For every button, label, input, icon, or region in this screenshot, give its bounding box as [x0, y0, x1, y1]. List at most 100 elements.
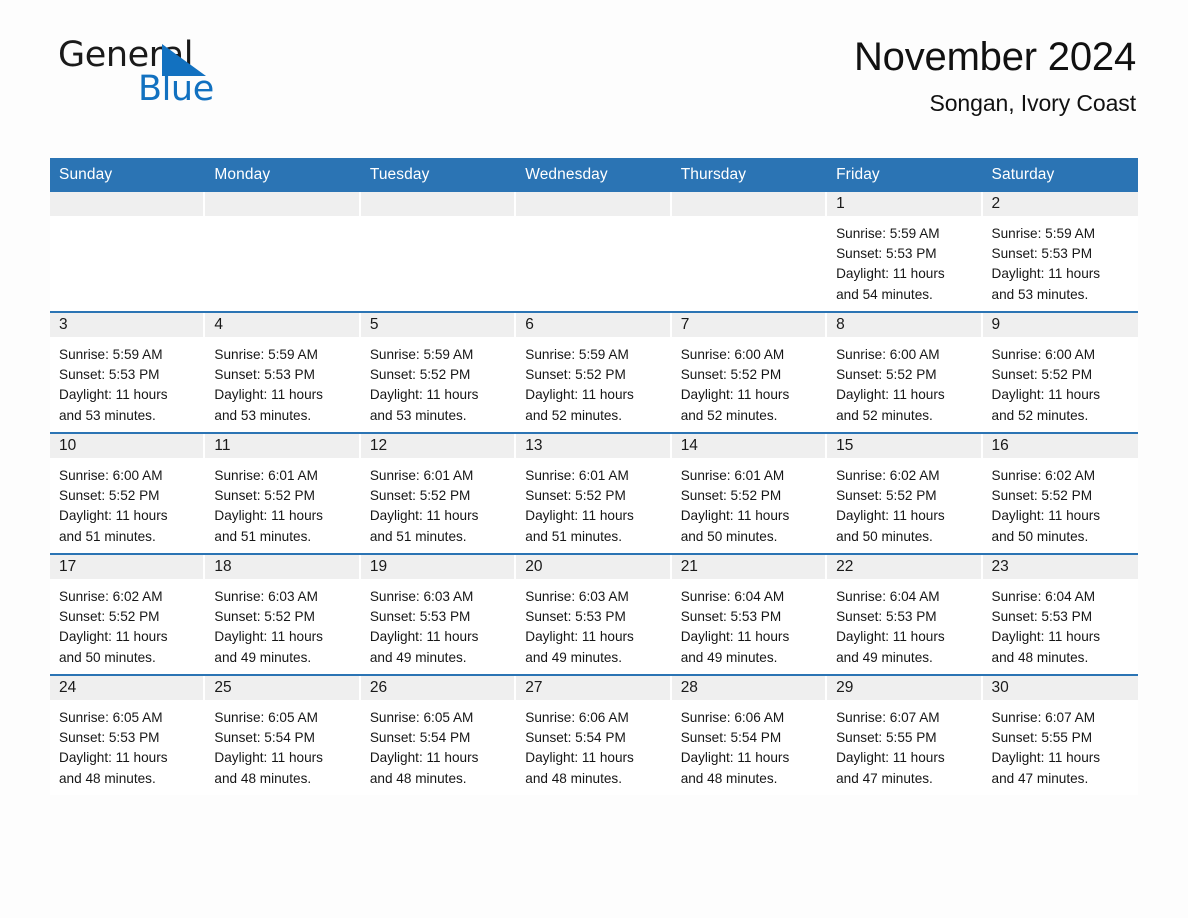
sunset-text: Sunset: 5:53 PM: [59, 367, 160, 383]
day-number: 16: [982, 434, 1138, 458]
sunset-text: Sunset: 5:54 PM: [369, 730, 471, 746]
daylight-line1-text: Daylight: 11 hours: [525, 508, 634, 524]
calendar-day-cell[interactable]: 13 Sunrise: 6:01 AM Sunset: 5:52 PM Dayligh…: [516, 432, 672, 554]
day-details: [50, 216, 205, 224]
daylight-line1-text: Daylight: 11 hours: [214, 629, 323, 645]
sunrise-text: Sunrise: 6:07 AM: [836, 710, 940, 725]
sunrise-text: Sunrise: 6:02 AM: [59, 589, 163, 604]
calendar-day-cell[interactable]: 30 Sunrise: 6:07 AM Sunset: 5:55 PM Dayligh…: [982, 674, 1138, 795]
day-details: Sunrise: 6:04 AM Sunset: 5:53 PM Daylight:…: [672, 579, 827, 668]
daylight-line1-text: Daylight: 11 hours: [59, 629, 168, 645]
daylight-line2-text: and 48 minutes.: [59, 770, 156, 786]
sunset-text: Sunset: 5:53 PM: [525, 609, 626, 625]
calendar-day-cell[interactable]: 12 Sunrise: 6:01 AM Sunset: 5:52 PM Dayligh…: [360, 432, 517, 554]
calendar-day-cell[interactable]: 11 Sunrise: 6:01 AM Sunset: 5:52 PM Dayligh…: [205, 432, 361, 554]
sunset-text: Sunset: 5:52 PM: [836, 367, 937, 383]
day-details: [672, 216, 827, 224]
calendar-day-cell[interactable]: 2 Sunrise: 5:59 AM Sunset: 5:53 PM Daylight…: [982, 192, 1138, 312]
calendar-day-cell[interactable]: 3 Sunrise: 5:59 AM Sunset: 5:53 PM Daylight…: [50, 311, 206, 433]
generalblue-logo[interactable]: General Blue: [58, 38, 308, 110]
daylight-line2-text: and 54 minutes.: [836, 286, 933, 302]
day-details: Sunrise: 5:59 AM Sunset: 5:53 PM Daylight:…: [205, 337, 360, 426]
calendar-day-cell[interactable]: 17 Sunrise: 6:02 AM Sunset: 5:52 PM Dayligh…: [50, 553, 206, 675]
calendar-day-cell[interactable]: 5 Sunrise: 5:59 AM Sunset: 5:52 PM Daylight…: [360, 311, 517, 433]
day-number: 2: [982, 192, 1138, 216]
calendar-day-cell[interactable]: 10 Sunrise: 6:00 AM Sunset: 5:52 PM Dayligh…: [50, 432, 206, 554]
daylight-line1-text: Daylight: 11 hours: [369, 750, 479, 766]
daylight-line1-text: Daylight: 11 hours: [214, 750, 323, 766]
sunset-text: Sunset: 5:52 PM: [59, 488, 160, 504]
calendar-day-cell[interactable]: 4 Sunrise: 5:59 AM Sunset: 5:53 PM Daylight…: [205, 311, 361, 433]
calendar-day-cell[interactable]: 19 Sunrise: 6:03 AM Sunset: 5:53 PM Dayligh…: [360, 553, 517, 675]
calendar-day-cell[interactable]: 1 Sunrise: 5:59 AM Sunset: 5:53 PM Daylight…: [827, 192, 983, 312]
sunrise-text: Sunrise: 5:59 AM: [59, 347, 163, 362]
day-number: 10: [50, 434, 206, 458]
daylight-line2-text: and 51 minutes.: [525, 528, 622, 544]
sunset-text: Sunset: 5:52 PM: [525, 488, 626, 504]
day-details: Sunrise: 6:01 AM Sunset: 5:52 PM Daylight:…: [516, 458, 671, 547]
calendar-day-cell[interactable]: 16 Sunrise: 6:02 AM Sunset: 5:52 PM Dayligh…: [982, 432, 1138, 554]
sunrise-text: Sunrise: 6:02 AM: [836, 468, 940, 483]
calendar-table: Sunday Monday Tuesday Wednesday Thursday…: [50, 158, 1138, 795]
day-number: 23: [982, 555, 1138, 579]
daylight-line1-text: Daylight: 11 hours: [836, 387, 945, 403]
daylight-line1-text: Daylight: 11 hours: [680, 750, 790, 766]
calendar-day-cell[interactable]: 8 Sunrise: 6:00 AM Sunset: 5:52 PM Daylight…: [827, 311, 983, 433]
weekday-header-friday: Friday: [827, 158, 983, 192]
calendar-day-cell[interactable]: 21 Sunrise: 6:04 AM Sunset: 5:53 PM Dayligh…: [671, 553, 828, 675]
sunrise-text: Sunrise: 6:05 AM: [214, 710, 318, 725]
sunset-text: Sunset: 5:52 PM: [836, 488, 937, 504]
day-details: Sunrise: 6:03 AM Sunset: 5:53 PM Daylight:…: [361, 579, 516, 668]
sunrise-text: Sunrise: 5:59 AM: [214, 347, 318, 362]
calendar-day-cell[interactable]: 27 Sunrise: 6:06 AM Sunset: 5:54 PM Dayligh…: [516, 674, 672, 795]
calendar-day-cell[interactable]: 9 Sunrise: 6:00 AM Sunset: 5:52 PM Daylight…: [982, 311, 1138, 433]
calendar-day-cell[interactable]: 7 Sunrise: 6:00 AM Sunset: 5:52 PM Daylight…: [671, 311, 828, 433]
daylight-line1-text: Daylight: 11 hours: [836, 750, 945, 766]
day-details: Sunrise: 6:05 AM Sunset: 5:54 PM Daylight:…: [361, 700, 516, 789]
day-number: 1: [827, 192, 983, 216]
day-details: Sunrise: 6:00 AM Sunset: 5:52 PM Daylight:…: [827, 337, 982, 426]
calendar-day-cell[interactable]: 23 Sunrise: 6:04 AM Sunset: 5:53 PM Dayligh…: [982, 553, 1138, 675]
daylight-line2-text: and 51 minutes.: [59, 528, 156, 544]
calendar-day-cell[interactable]: 22 Sunrise: 6:04 AM Sunset: 5:53 PM Dayligh…: [827, 553, 983, 675]
sunrise-text: Sunrise: 5:59 AM: [836, 226, 940, 241]
calendar-day-cell[interactable]: 15 Sunrise: 6:02 AM Sunset: 5:52 PM Dayligh…: [827, 432, 983, 554]
daylight-line2-text: and 47 minutes.: [991, 770, 1089, 786]
calendar-day-cell[interactable]: 6 Sunrise: 5:59 AM Sunset: 5:52 PM Daylight…: [516, 311, 672, 433]
calendar-day-cell-empty: [50, 192, 206, 312]
sunset-text: Sunset: 5:55 PM: [991, 730, 1093, 746]
sunrise-text: Sunrise: 6:03 AM: [214, 589, 318, 604]
sunset-text: Sunset: 5:52 PM: [525, 367, 626, 383]
calendar-day-cell[interactable]: 26 Sunrise: 6:05 AM Sunset: 5:54 PM Dayligh…: [360, 674, 517, 795]
sunrise-text: Sunrise: 5:59 AM: [991, 226, 1096, 241]
daylight-line2-text: and 47 minutes.: [836, 770, 933, 786]
sunset-text: Sunset: 5:55 PM: [836, 730, 937, 746]
daylight-line2-text: and 50 minutes.: [991, 528, 1089, 544]
daylight-line1-text: Daylight: 11 hours: [991, 750, 1101, 766]
day-number: 26: [360, 676, 517, 700]
day-number: 19: [360, 555, 517, 579]
calendar-day-cell[interactable]: 24 Sunrise: 6:05 AM Sunset: 5:53 PM Dayligh…: [50, 674, 206, 795]
weekday-header-wednesday: Wednesday: [516, 158, 672, 192]
calendar-day-cell[interactable]: 14 Sunrise: 6:01 AM Sunset: 5:52 PM Dayligh…: [671, 432, 828, 554]
daylight-line2-text: and 49 minutes.: [214, 649, 312, 665]
calendar-day-cell[interactable]: 29 Sunrise: 6:07 AM Sunset: 5:55 PM Dayligh…: [827, 674, 983, 795]
day-number: 9: [982, 313, 1138, 337]
day-number: 11: [205, 434, 361, 458]
calendar-day-cell[interactable]: 25 Sunrise: 6:05 AM Sunset: 5:54 PM Dayligh…: [205, 674, 361, 795]
calendar-day-cell[interactable]: 20 Sunrise: 6:03 AM Sunset: 5:53 PM Dayligh…: [516, 553, 672, 675]
calendar-day-cell-empty: [205, 192, 361, 312]
calendar-day-cell[interactable]: 28 Sunrise: 6:06 AM Sunset: 5:54 PM Dayligh…: [671, 674, 828, 795]
daylight-line1-text: Daylight: 11 hours: [991, 629, 1101, 645]
sunset-text: Sunset: 5:53 PM: [59, 730, 160, 746]
sunset-text: Sunset: 5:52 PM: [369, 488, 471, 504]
daylight-line2-text: and 52 minutes.: [525, 407, 622, 423]
day-details: Sunrise: 6:00 AM Sunset: 5:52 PM Daylight:…: [983, 337, 1138, 426]
day-number: 25: [205, 676, 361, 700]
sunrise-text: Sunrise: 6:00 AM: [680, 347, 785, 362]
calendar-body: 1 Sunrise: 5:59 AM Sunset: 5:53 PM Daylight…: [50, 192, 1138, 795]
sunrise-text: Sunrise: 5:59 AM: [525, 347, 629, 362]
day-number: 17: [50, 555, 206, 579]
calendar-day-cell[interactable]: 18 Sunrise: 6:03 AM Sunset: 5:52 PM Dayligh…: [205, 553, 361, 675]
daylight-line2-text: and 51 minutes.: [214, 528, 312, 544]
